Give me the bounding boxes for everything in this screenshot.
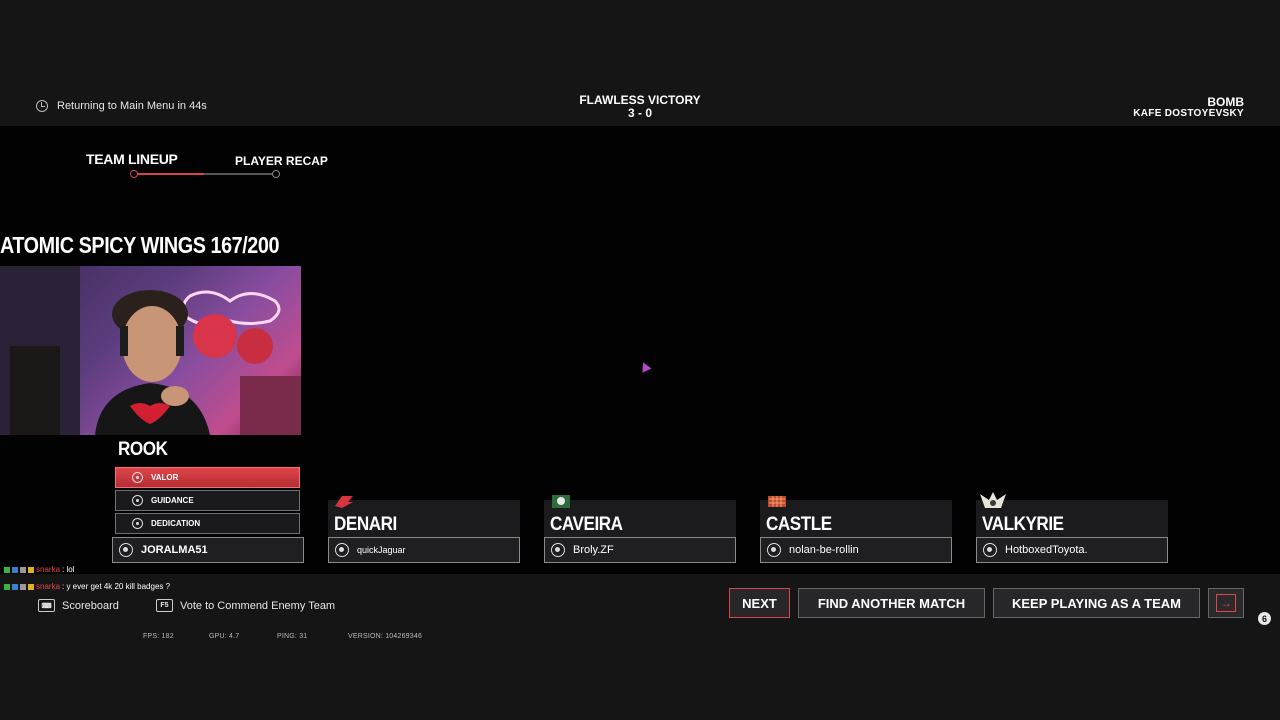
- ubisoft-icon: [551, 543, 565, 557]
- player-tag[interactable]: JORALMA51: [112, 537, 304, 563]
- valkyrie-badge-icon: [980, 492, 1006, 508]
- caveira-badge-icon: [552, 495, 570, 508]
- ubisoft-icon: [335, 543, 349, 557]
- chat-badge-icon: [28, 566, 34, 573]
- keyboard-icon: ⌨: [38, 599, 55, 612]
- match-mode: BOMB KAFE DOSTOYEVSKY: [1133, 96, 1244, 120]
- chat-badge-icon: [20, 566, 26, 573]
- denari-badge-icon: [335, 496, 353, 508]
- chat-badge-icon: [12, 566, 18, 573]
- version-stat: VERSION: 104269346: [348, 633, 423, 640]
- operator-name: ROOK: [118, 439, 168, 460]
- match-result: FLAWLESS VICTORY 3 - 0: [540, 94, 740, 120]
- keep-playing-as-team-button[interactable]: KEEP PLAYING AS A TEAM: [993, 588, 1200, 618]
- chat-line: snarka : y ever get 4k 20 kill badges ?: [4, 582, 170, 591]
- f5-key-icon: F5: [156, 599, 173, 612]
- notification-count-badge: 6: [1258, 612, 1271, 625]
- player-name: JORALMA51: [141, 544, 208, 556]
- tab-progress-dot-active: [130, 170, 138, 178]
- operator-name: VALKYRIE: [982, 514, 1064, 535]
- return-timer: Returning to Main Menu in 44s: [36, 100, 207, 112]
- gpu-stat: GPU: 4.7: [209, 633, 240, 640]
- next-button[interactable]: NEXT: [729, 588, 790, 618]
- chat-badge-icon: [28, 583, 34, 590]
- commend-label: GUIDANCE: [151, 496, 194, 505]
- tab-player-recap[interactable]: PLAYER RECAP: [235, 154, 328, 168]
- exit-arrow-icon: →: [1216, 594, 1236, 612]
- ubisoft-icon: [983, 543, 997, 557]
- tab-progress-dot: [272, 170, 280, 178]
- commend-valor[interactable]: VALOR: [115, 467, 300, 488]
- commend-label: DEDICATION: [151, 519, 201, 528]
- clock-icon: [36, 100, 48, 112]
- chat-user: snarka: [36, 582, 61, 591]
- player-tag[interactable]: nolan-be-rollin: [760, 537, 952, 563]
- map-label: KAFE DOSTOYEVSKY: [1133, 108, 1244, 119]
- chat-badge-icon: [4, 583, 10, 590]
- castle-badge-icon: [768, 496, 786, 507]
- chat-message: : lol: [62, 565, 75, 574]
- find-another-match-button[interactable]: FIND ANOTHER MATCH: [798, 588, 985, 618]
- operator-name: DENARI: [334, 514, 397, 535]
- player-tag[interactable]: HotboxedToyota.: [976, 537, 1168, 563]
- scoreboard-label: Scoreboard: [62, 599, 119, 612]
- player-name: Broly.ZF: [573, 544, 614, 556]
- mode-label: BOMB: [1207, 95, 1244, 109]
- tab-team-lineup[interactable]: TEAM LINEUP: [86, 151, 178, 167]
- ubisoft-icon: [767, 543, 781, 557]
- player-tag[interactable]: Broly.ZF: [544, 537, 736, 563]
- chat-user: snarka: [36, 565, 61, 574]
- operator-name: CASTLE: [766, 514, 832, 535]
- scoreboard-hint[interactable]: ⌨ Scoreboard: [38, 599, 119, 612]
- commend-guidance[interactable]: GUIDANCE: [115, 490, 300, 511]
- dedication-icon: [132, 518, 143, 529]
- chat-message: : y ever get 4k 20 kill badges ?: [62, 582, 171, 591]
- player-name: nolan-be-rollin: [789, 544, 859, 556]
- operator-name: CAVEIRA: [550, 514, 623, 535]
- player-name: quickJaguar: [357, 545, 406, 555]
- commend-enemy-label: Vote to Commend Enemy Team: [180, 599, 336, 612]
- exit-button[interactable]: →: [1208, 588, 1244, 618]
- match-score: 3 - 0: [627, 106, 652, 120]
- player-tag[interactable]: quickJaguar: [328, 537, 520, 563]
- commend-enemy-hint[interactable]: F5 Vote to Commend Enemy Team: [156, 599, 335, 612]
- chat-badge-icon: [4, 566, 10, 573]
- valor-icon: [132, 472, 143, 483]
- ping-stat: PING: 31: [277, 633, 308, 640]
- chat-badge-icon: [20, 583, 26, 590]
- stream-overlay-title: ATOMIC SPICY WINGS 167/200: [0, 232, 280, 258]
- webcam-feed: [0, 266, 301, 435]
- tab-progress-fill: [134, 173, 204, 175]
- commend-dedication[interactable]: DEDICATION: [115, 513, 300, 534]
- player-name: HotboxedToyota.: [1005, 544, 1088, 556]
- timer-text: Returning to Main Menu in 44s: [57, 100, 207, 112]
- chat-line: snarka : lol: [4, 565, 74, 574]
- fps-stat: FPS: 182: [143, 633, 174, 640]
- commend-label: VALOR: [151, 473, 179, 482]
- chat-badge-icon: [12, 583, 18, 590]
- ubisoft-icon: [119, 543, 133, 557]
- webcam-image: [0, 266, 301, 435]
- guidance-icon: [132, 495, 143, 506]
